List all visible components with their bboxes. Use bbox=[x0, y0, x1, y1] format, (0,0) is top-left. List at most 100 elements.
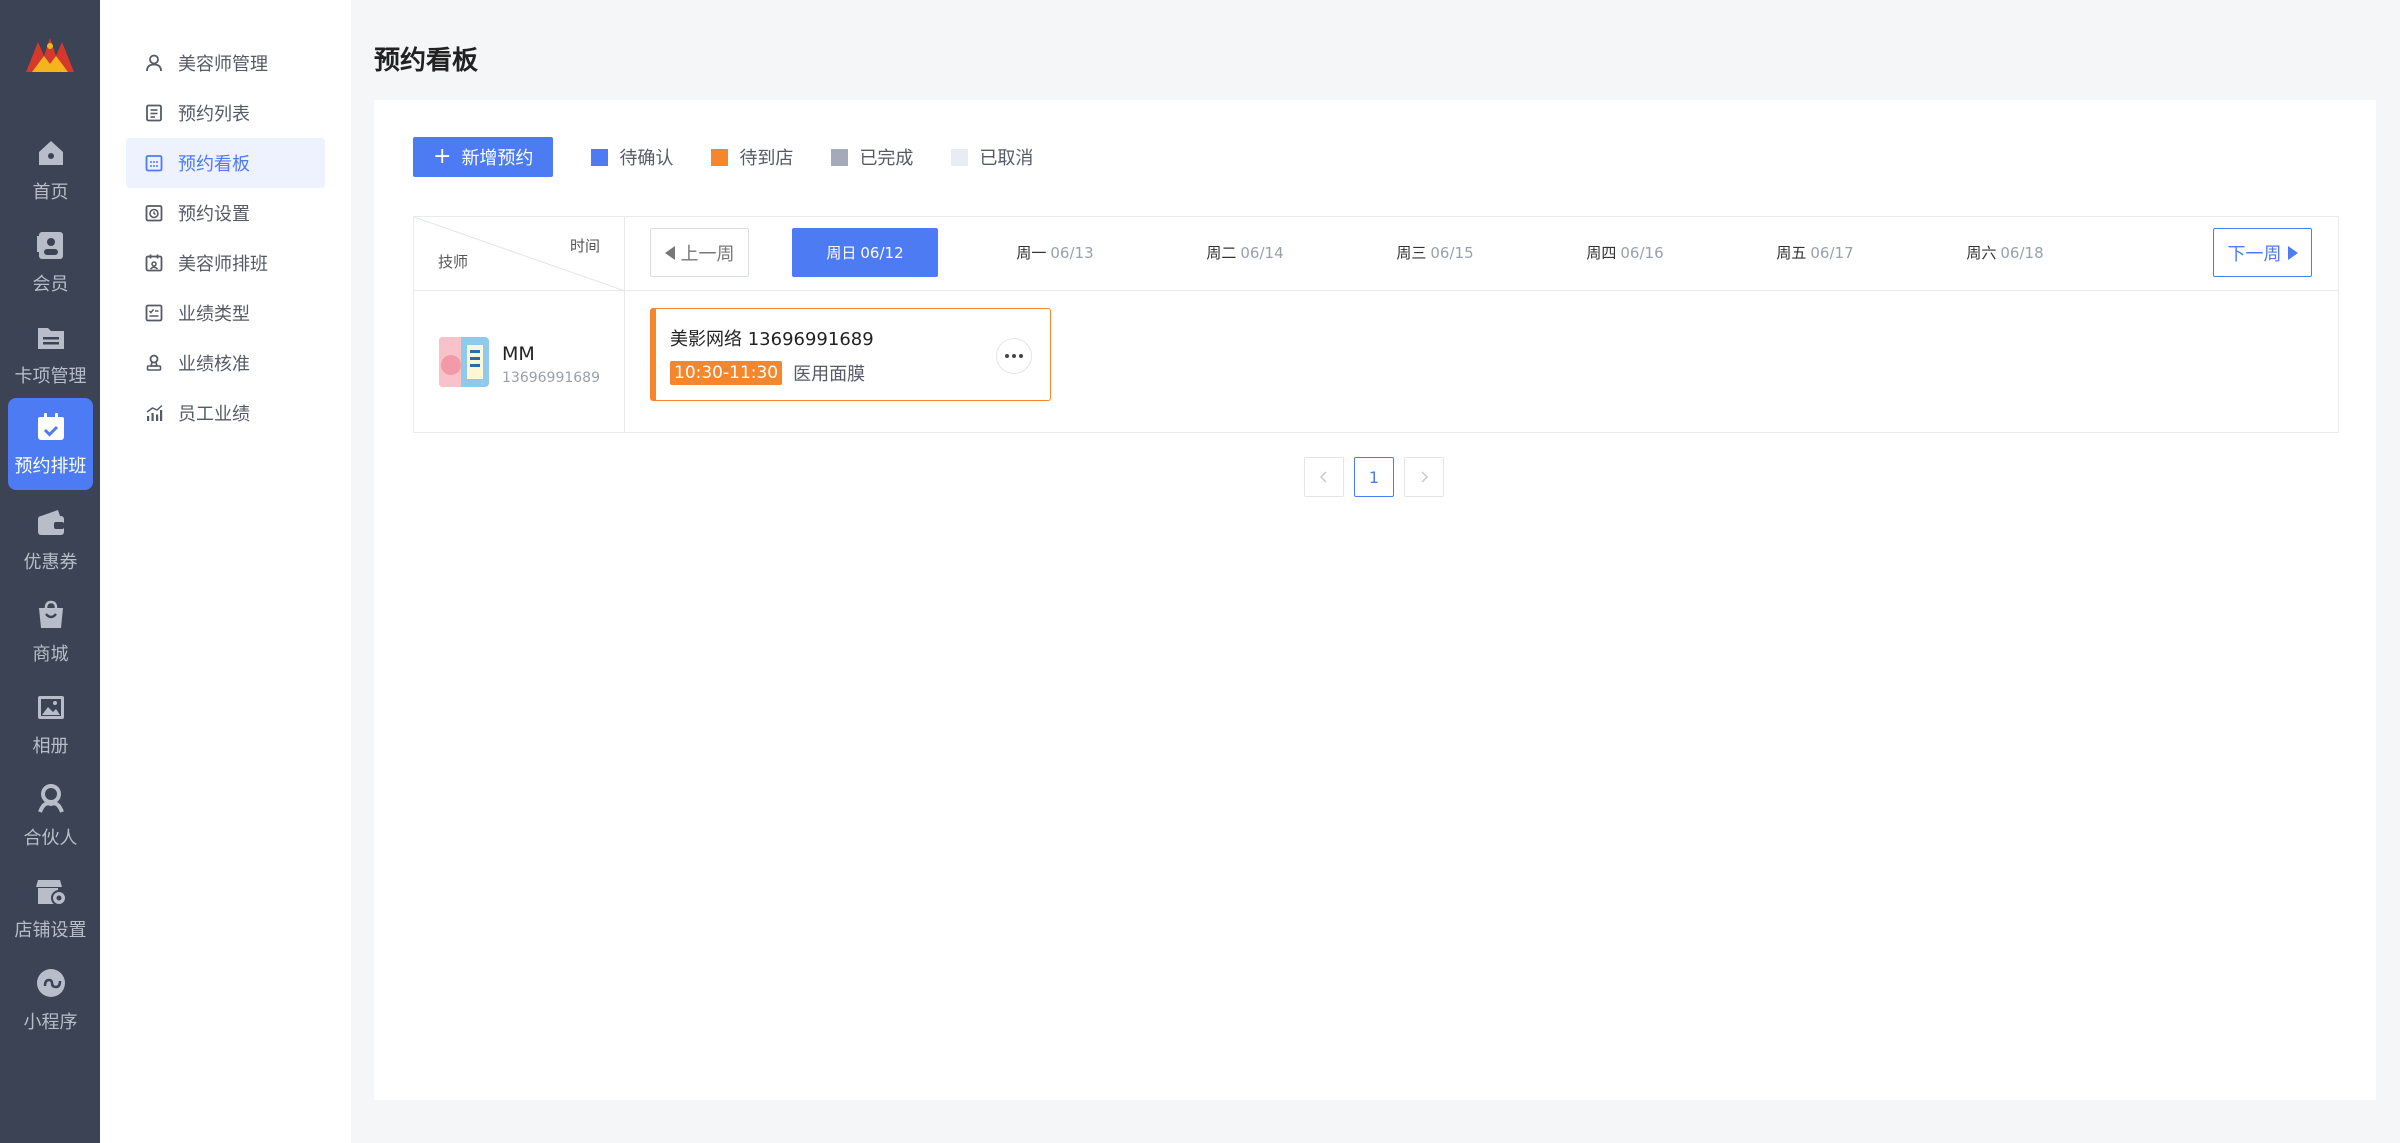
subnav-item-beautician-schedule[interactable]: 美容师排班 bbox=[126, 238, 325, 288]
legend-item-pending-confirm: 待确认 bbox=[591, 144, 673, 170]
subnav-item-label: 预约列表 bbox=[178, 104, 250, 125]
rail-item-label: 卡项管理 bbox=[14, 366, 87, 387]
subnav-item-label: 业绩核准 bbox=[178, 354, 250, 375]
status-legend: 待确认 待到店 已完成 已取消 bbox=[591, 144, 1071, 170]
day-date: 06/16 bbox=[1620, 243, 1664, 262]
rail-item-partner[interactable]: 合伙人 bbox=[8, 770, 93, 862]
subnav-item-beautician-management[interactable]: 美容师管理 bbox=[126, 38, 325, 88]
next-week-label: 下一周 bbox=[2227, 243, 2282, 265]
appointment-card[interactable]: 美影网络 13696991689 10:30-11:30 医用面膜 bbox=[650, 308, 1051, 401]
day-tab-thursday[interactable]: 周四 06/16 bbox=[1552, 228, 1698, 277]
clock-settings-icon bbox=[145, 205, 163, 222]
rail-item-label: 预约排班 bbox=[14, 456, 87, 477]
shopping-bag-icon bbox=[38, 600, 63, 628]
more-dot-icon bbox=[1012, 354, 1016, 358]
next-week-button[interactable]: 下一周 bbox=[2213, 228, 2312, 277]
day-tab-friday[interactable]: 周五 06/17 bbox=[1742, 228, 1888, 277]
rail-item-store-settings[interactable]: 店铺设置 bbox=[8, 862, 93, 954]
subnav-item-label: 员工业绩 bbox=[178, 404, 250, 425]
subnav-item-staff-performance[interactable]: 员工业绩 bbox=[126, 388, 325, 438]
rail-item-mini-program[interactable]: 小程序 bbox=[8, 954, 93, 1046]
subnav-item-performance-approval[interactable]: 业绩核准 bbox=[126, 338, 325, 388]
approve-icon bbox=[146, 354, 162, 371]
main-nav-rail: 首页 会员 卡项管理 预约排班 优惠券 商城 相册 合伙人 店铺设置 小程序 bbox=[0, 0, 100, 1143]
board-icon bbox=[145, 155, 163, 172]
subnav-item-appointment-board[interactable]: 预约看板 bbox=[126, 138, 325, 188]
day-weekday: 周三 bbox=[1396, 244, 1427, 262]
board-card: + 新增预约 待确认 待到店 已完成 已取消 时间 技师 上一周 周日 06/1… bbox=[374, 100, 2376, 1100]
grid-corner-cell: 时间 技师 bbox=[414, 217, 625, 291]
legend-label: 已取消 bbox=[979, 148, 1034, 169]
rail-item-label: 小程序 bbox=[23, 1012, 78, 1033]
brand-logo-icon bbox=[26, 38, 74, 72]
rail-item-home[interactable]: 首页 bbox=[8, 124, 93, 216]
legend-item-completed: 已完成 bbox=[831, 144, 913, 170]
calendar-check-icon bbox=[37, 413, 64, 440]
rail-item-mall[interactable]: 商城 bbox=[8, 586, 93, 678]
prev-week-button[interactable]: 上一周 bbox=[650, 228, 749, 277]
day-weekday: 周二 bbox=[1206, 244, 1237, 262]
rail-item-label: 相册 bbox=[32, 736, 69, 757]
mini-program-icon bbox=[36, 969, 65, 997]
day-date: 06/13 bbox=[1050, 243, 1094, 262]
rail-item-album[interactable]: 相册 bbox=[8, 678, 93, 770]
legend-swatch bbox=[591, 148, 609, 166]
day-tab-saturday[interactable]: 周六 06/18 bbox=[1932, 228, 2078, 277]
rail-item-appointment-schedule[interactable]: 预约排班 bbox=[8, 398, 93, 490]
subnav-item-label: 预约看板 bbox=[178, 154, 250, 175]
page-title: 预约看板 bbox=[374, 46, 479, 76]
day-tab-wednesday[interactable]: 周三 06/15 bbox=[1362, 228, 1508, 277]
page-number-button[interactable]: 1 bbox=[1354, 457, 1394, 497]
rail-item-label: 合伙人 bbox=[23, 828, 78, 849]
rail-item-coupon[interactable]: 优惠券 bbox=[8, 494, 93, 586]
subnav-item-appointment-list[interactable]: 预约列表 bbox=[126, 88, 325, 138]
rail-item-label: 优惠券 bbox=[23, 552, 78, 573]
subnav-item-appointment-settings[interactable]: 预约设置 bbox=[126, 188, 325, 238]
wallet-icon bbox=[37, 510, 64, 535]
appointment-detail-row: 10:30-11:30 医用面膜 bbox=[670, 360, 865, 386]
more-options-button[interactable] bbox=[996, 338, 1032, 374]
legend-swatch bbox=[951, 148, 969, 166]
next-page-button[interactable] bbox=[1404, 457, 1444, 497]
day-tab-sunday[interactable]: 周日 06/12 bbox=[792, 228, 938, 277]
toolbar: + 新增预约 待确认 待到店 已完成 已取消 bbox=[413, 137, 1071, 177]
rail-item-label: 店铺设置 bbox=[14, 920, 87, 941]
technician-name: MM bbox=[502, 343, 535, 365]
day-tab-tuesday[interactable]: 周二 06/14 bbox=[1172, 228, 1318, 277]
day-date: 06/12 bbox=[860, 243, 904, 262]
checklist-icon bbox=[145, 304, 163, 322]
subnav-item-label: 预约设置 bbox=[178, 204, 250, 225]
legend-swatch bbox=[711, 148, 729, 166]
chevron-left-icon bbox=[1319, 471, 1327, 483]
avatar bbox=[439, 337, 489, 387]
more-dot-icon bbox=[1005, 354, 1009, 358]
rail-item-member[interactable]: 会员 bbox=[8, 216, 93, 308]
technician-phone: 13696991689 bbox=[502, 370, 600, 386]
subnav-item-performance-type[interactable]: 业绩类型 bbox=[126, 288, 325, 338]
prev-week-label: 上一周 bbox=[680, 243, 735, 265]
sub-nav: 美容师管理 预约列表 预约看板 预约设置 美容师排班 业绩类型 业绩核准 员工业… bbox=[100, 0, 351, 1143]
chevron-right-icon bbox=[1421, 471, 1429, 483]
day-weekday: 周日 bbox=[826, 244, 857, 262]
more-dot-icon bbox=[1019, 354, 1023, 358]
day-date: 06/15 bbox=[1430, 243, 1474, 262]
home-icon bbox=[38, 141, 63, 165]
legend-label: 待确认 bbox=[619, 148, 674, 169]
day-weekday: 周四 bbox=[1586, 244, 1617, 262]
rail-item-label: 商城 bbox=[32, 644, 69, 665]
legend-label: 待到店 bbox=[739, 148, 794, 169]
appointment-service: 医用面膜 bbox=[793, 364, 866, 385]
schedule-icon bbox=[145, 254, 163, 272]
day-weekday: 周五 bbox=[1776, 244, 1807, 262]
appointment-title: 美影网络 13696991689 bbox=[670, 329, 874, 350]
subnav-item-label: 美容师排班 bbox=[178, 254, 268, 275]
schedule-header-row: 时间 技师 上一周 周日 06/12 周一 06/13 周二 06/14 周三 bbox=[414, 217, 2338, 291]
day-tab-monday[interactable]: 周一 06/13 bbox=[982, 228, 1128, 277]
add-appointment-button[interactable]: + 新增预约 bbox=[413, 137, 554, 177]
corner-time-label: 时间 bbox=[569, 237, 600, 255]
rail-item-card-management[interactable]: 卡项管理 bbox=[8, 308, 93, 400]
album-icon bbox=[37, 696, 64, 719]
prev-page-button[interactable] bbox=[1304, 457, 1344, 497]
day-date: 06/14 bbox=[1240, 243, 1284, 262]
technician-cell: MM 13696991689 bbox=[414, 291, 625, 432]
